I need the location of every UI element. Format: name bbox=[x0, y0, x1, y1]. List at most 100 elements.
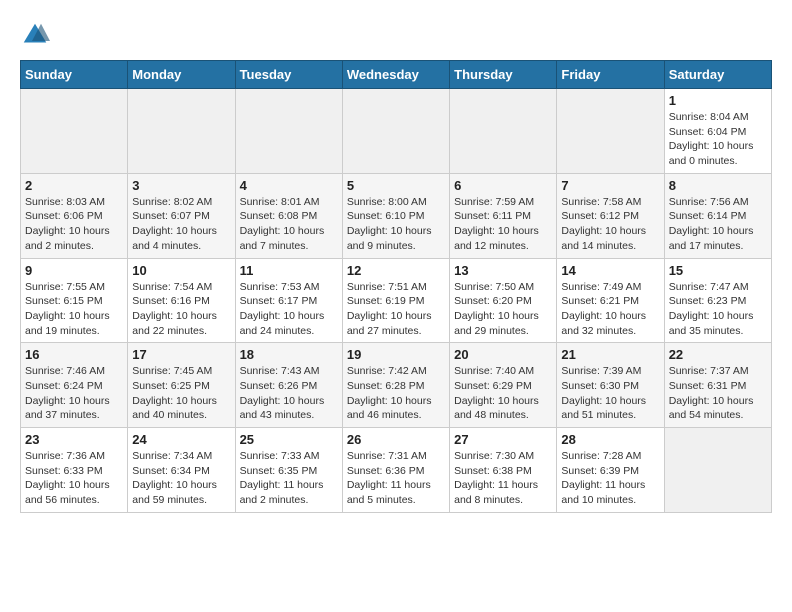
day-number: 22 bbox=[669, 347, 767, 362]
calendar-cell: 16Sunrise: 7:46 AM Sunset: 6:24 PM Dayli… bbox=[21, 343, 128, 428]
day-header-friday: Friday bbox=[557, 61, 664, 89]
day-number: 26 bbox=[347, 432, 445, 447]
calendar-cell: 5Sunrise: 8:00 AM Sunset: 6:10 PM Daylig… bbox=[342, 173, 449, 258]
calendar-cell bbox=[342, 89, 449, 174]
calendar-cell bbox=[128, 89, 235, 174]
day-info: Sunrise: 7:59 AM Sunset: 6:11 PM Dayligh… bbox=[454, 195, 552, 254]
day-info: Sunrise: 7:28 AM Sunset: 6:39 PM Dayligh… bbox=[561, 449, 659, 508]
calendar-cell: 19Sunrise: 7:42 AM Sunset: 6:28 PM Dayli… bbox=[342, 343, 449, 428]
day-info: Sunrise: 7:40 AM Sunset: 6:29 PM Dayligh… bbox=[454, 364, 552, 423]
day-number: 13 bbox=[454, 263, 552, 278]
day-number: 23 bbox=[25, 432, 123, 447]
day-info: Sunrise: 7:33 AM Sunset: 6:35 PM Dayligh… bbox=[240, 449, 338, 508]
calendar-cell bbox=[450, 89, 557, 174]
day-info: Sunrise: 7:36 AM Sunset: 6:33 PM Dayligh… bbox=[25, 449, 123, 508]
day-number: 5 bbox=[347, 178, 445, 193]
day-number: 25 bbox=[240, 432, 338, 447]
day-info: Sunrise: 7:47 AM Sunset: 6:23 PM Dayligh… bbox=[669, 280, 767, 339]
calendar-cell bbox=[235, 89, 342, 174]
calendar-cell: 22 Sunrise: 7:37 AM Sunset: 6:31 PM Dayli… bbox=[664, 343, 771, 428]
calendar-week-4: 16Sunrise: 7:46 AM Sunset: 6:24 PM Dayli… bbox=[21, 343, 772, 428]
calendar-cell bbox=[557, 89, 664, 174]
calendar-cell: 11Sunrise: 7:53 AM Sunset: 6:17 PM Dayli… bbox=[235, 258, 342, 343]
calendar-cell: 6Sunrise: 7:59 AM Sunset: 6:11 PM Daylig… bbox=[450, 173, 557, 258]
logo-icon bbox=[20, 20, 50, 50]
calendar-cell: 15 Sunrise: 7:47 AM Sunset: 6:23 PM Dayli… bbox=[664, 258, 771, 343]
calendar-cell: 12 Sunrise: 7:51 AM Sunset: 6:19 PM Dayli… bbox=[342, 258, 449, 343]
day-number: 20 bbox=[454, 347, 552, 362]
day-number: 11 bbox=[240, 263, 338, 278]
day-number: 16 bbox=[25, 347, 123, 362]
calendar-cell: 3 Sunrise: 8:02 AM Sunset: 6:07 PM Daylig… bbox=[128, 173, 235, 258]
day-number: 15 bbox=[669, 263, 767, 278]
day-number: 10 bbox=[132, 263, 230, 278]
calendar-cell: 26 Sunrise: 7:31 AM Sunset: 6:36 PM Dayli… bbox=[342, 428, 449, 513]
day-info: Sunrise: 7:50 AM Sunset: 6:20 PM Dayligh… bbox=[454, 280, 552, 339]
calendar-body: 1 Sunrise: 8:04 AM Sunset: 6:04 PM Daylig… bbox=[21, 89, 772, 513]
day-info: Sunrise: 7:34 AM Sunset: 6:34 PM Dayligh… bbox=[132, 449, 230, 508]
calendar-cell: 4 Sunrise: 8:01 AM Sunset: 6:08 PM Daylig… bbox=[235, 173, 342, 258]
calendar-week-3: 9Sunrise: 7:55 AM Sunset: 6:15 PM Daylig… bbox=[21, 258, 772, 343]
day-info: Sunrise: 8:04 AM Sunset: 6:04 PM Dayligh… bbox=[669, 110, 767, 169]
day-info: Sunrise: 7:43 AM Sunset: 6:26 PM Dayligh… bbox=[240, 364, 338, 423]
day-header-wednesday: Wednesday bbox=[342, 61, 449, 89]
day-info: Sunrise: 7:30 AM Sunset: 6:38 PM Dayligh… bbox=[454, 449, 552, 508]
day-info: Sunrise: 7:51 AM Sunset: 6:19 PM Dayligh… bbox=[347, 280, 445, 339]
calendar-cell: 24 Sunrise: 7:34 AM Sunset: 6:34 PM Dayli… bbox=[128, 428, 235, 513]
page-header bbox=[20, 20, 772, 50]
calendar-cell: 25 Sunrise: 7:33 AM Sunset: 6:35 PM Dayli… bbox=[235, 428, 342, 513]
day-header-thursday: Thursday bbox=[450, 61, 557, 89]
calendar-cell: 17 Sunrise: 7:45 AM Sunset: 6:25 PM Dayli… bbox=[128, 343, 235, 428]
day-info: Sunrise: 7:49 AM Sunset: 6:21 PM Dayligh… bbox=[561, 280, 659, 339]
day-number: 4 bbox=[240, 178, 338, 193]
day-info: Sunrise: 8:01 AM Sunset: 6:08 PM Dayligh… bbox=[240, 195, 338, 254]
calendar-week-2: 2 Sunrise: 8:03 AM Sunset: 6:06 PM Daylig… bbox=[21, 173, 772, 258]
day-header-sunday: Sunday bbox=[21, 61, 128, 89]
calendar-header-row: SundayMondayTuesdayWednesdayThursdayFrid… bbox=[21, 61, 772, 89]
day-info: Sunrise: 7:37 AM Sunset: 6:31 PM Dayligh… bbox=[669, 364, 767, 423]
day-info: Sunrise: 7:31 AM Sunset: 6:36 PM Dayligh… bbox=[347, 449, 445, 508]
calendar-cell bbox=[664, 428, 771, 513]
calendar-cell: 9Sunrise: 7:55 AM Sunset: 6:15 PM Daylig… bbox=[21, 258, 128, 343]
calendar-cell: 23 Sunrise: 7:36 AM Sunset: 6:33 PM Dayli… bbox=[21, 428, 128, 513]
day-info: Sunrise: 7:42 AM Sunset: 6:28 PM Dayligh… bbox=[347, 364, 445, 423]
day-number: 3 bbox=[132, 178, 230, 193]
calendar-cell: 2 Sunrise: 8:03 AM Sunset: 6:06 PM Daylig… bbox=[21, 173, 128, 258]
day-number: 27 bbox=[454, 432, 552, 447]
day-number: 14 bbox=[561, 263, 659, 278]
day-number: 17 bbox=[132, 347, 230, 362]
day-number: 24 bbox=[132, 432, 230, 447]
day-number: 21 bbox=[561, 347, 659, 362]
day-info: Sunrise: 7:58 AM Sunset: 6:12 PM Dayligh… bbox=[561, 195, 659, 254]
calendar-cell: 7Sunrise: 7:58 AM Sunset: 6:12 PM Daylig… bbox=[557, 173, 664, 258]
day-info: Sunrise: 8:03 AM Sunset: 6:06 PM Dayligh… bbox=[25, 195, 123, 254]
calendar-cell: 28 Sunrise: 7:28 AM Sunset: 6:39 PM Dayli… bbox=[557, 428, 664, 513]
calendar-cell: 1 Sunrise: 8:04 AM Sunset: 6:04 PM Daylig… bbox=[664, 89, 771, 174]
calendar-cell bbox=[21, 89, 128, 174]
day-number: 8 bbox=[669, 178, 767, 193]
day-header-tuesday: Tuesday bbox=[235, 61, 342, 89]
logo bbox=[20, 20, 54, 50]
day-info: Sunrise: 7:39 AM Sunset: 6:30 PM Dayligh… bbox=[561, 364, 659, 423]
calendar-table: SundayMondayTuesdayWednesdayThursdayFrid… bbox=[20, 60, 772, 513]
calendar-cell: 14 Sunrise: 7:49 AM Sunset: 6:21 PM Dayli… bbox=[557, 258, 664, 343]
day-number: 28 bbox=[561, 432, 659, 447]
day-info: Sunrise: 7:54 AM Sunset: 6:16 PM Dayligh… bbox=[132, 280, 230, 339]
day-number: 2 bbox=[25, 178, 123, 193]
calendar-cell: 20 Sunrise: 7:40 AM Sunset: 6:29 PM Dayli… bbox=[450, 343, 557, 428]
day-header-monday: Monday bbox=[128, 61, 235, 89]
calendar-cell: 21 Sunrise: 7:39 AM Sunset: 6:30 PM Dayli… bbox=[557, 343, 664, 428]
day-number: 18 bbox=[240, 347, 338, 362]
calendar-week-5: 23 Sunrise: 7:36 AM Sunset: 6:33 PM Dayli… bbox=[21, 428, 772, 513]
day-number: 1 bbox=[669, 93, 767, 108]
calendar-cell: 8 Sunrise: 7:56 AM Sunset: 6:14 PM Daylig… bbox=[664, 173, 771, 258]
calendar-cell: 27 Sunrise: 7:30 AM Sunset: 6:38 PM Dayli… bbox=[450, 428, 557, 513]
day-info: Sunrise: 7:45 AM Sunset: 6:25 PM Dayligh… bbox=[132, 364, 230, 423]
day-number: 12 bbox=[347, 263, 445, 278]
day-info: Sunrise: 8:02 AM Sunset: 6:07 PM Dayligh… bbox=[132, 195, 230, 254]
calendar-week-1: 1 Sunrise: 8:04 AM Sunset: 6:04 PM Daylig… bbox=[21, 89, 772, 174]
calendar-cell: 13 Sunrise: 7:50 AM Sunset: 6:20 PM Dayli… bbox=[450, 258, 557, 343]
day-number: 9 bbox=[25, 263, 123, 278]
day-info: Sunrise: 7:56 AM Sunset: 6:14 PM Dayligh… bbox=[669, 195, 767, 254]
calendar-cell: 10 Sunrise: 7:54 AM Sunset: 6:16 PM Dayli… bbox=[128, 258, 235, 343]
